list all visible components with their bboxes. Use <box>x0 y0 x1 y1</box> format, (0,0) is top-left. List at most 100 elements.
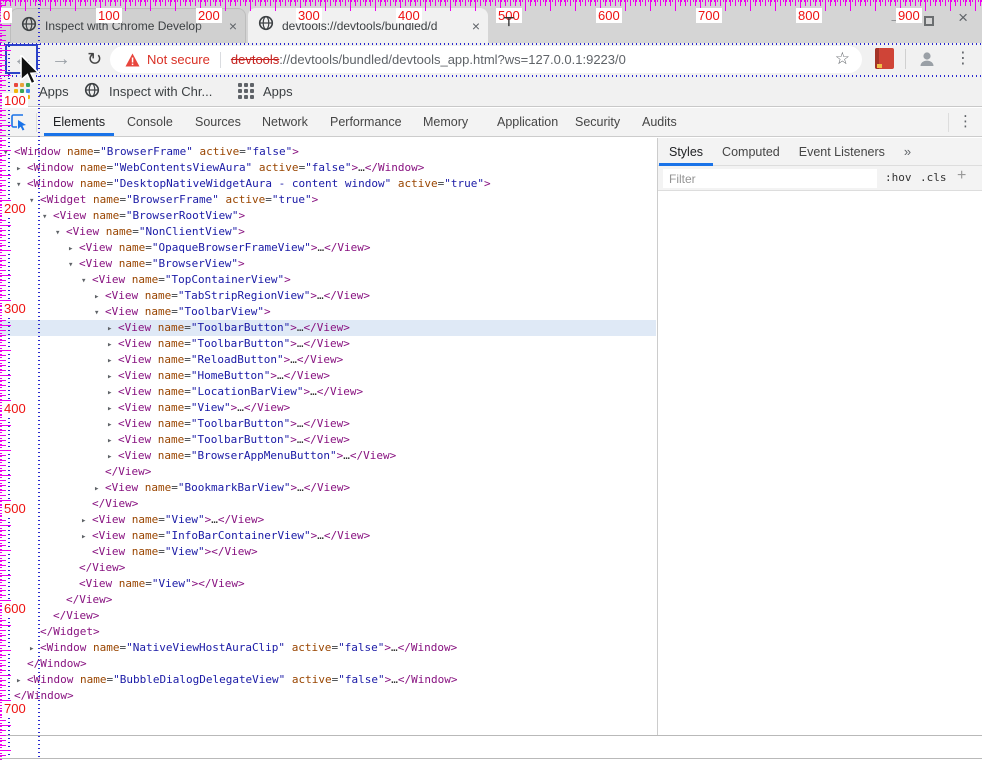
bookmark-inspect-page[interactable]: Inspect with Chr... <box>84 75 212 107</box>
expand-arrow-icon[interactable]: ▸ <box>16 161 27 177</box>
tree-row[interactable]: ▸<View name="OpaqueBrowserFrameView">…</… <box>0 240 656 256</box>
expand-arrow-icon[interactable]: ▸ <box>107 433 118 449</box>
expand-arrow-icon[interactable]: ▸ <box>81 529 92 545</box>
toggle-hover-state-button[interactable]: :hov <box>885 171 912 184</box>
tab-application[interactable]: Application <box>497 115 558 129</box>
expand-arrow-icon[interactable]: ▸ <box>107 449 118 465</box>
more-tabs-icon[interactable]: » <box>904 144 911 159</box>
expand-arrow-icon[interactable]: ▸ <box>107 369 118 385</box>
tab-close-icon[interactable]: × <box>229 19 237 33</box>
expand-arrow-icon[interactable]: ▸ <box>107 401 118 417</box>
bookmark-apps-shortcut[interactable]: Apps <box>14 75 69 107</box>
tab-sources[interactable]: Sources <box>195 115 241 129</box>
collapse-arrow-icon[interactable]: ▾ <box>16 177 27 193</box>
tree-row[interactable]: </Window> <box>0 656 656 672</box>
expand-arrow-icon[interactable]: ▸ <box>29 641 40 657</box>
tab-computed[interactable]: Computed <box>722 145 780 159</box>
tree-row[interactable]: </Window> <box>0 688 656 704</box>
tab-audits[interactable]: Audits <box>642 115 677 129</box>
tree-row[interactable]: ▸<View name="TabStripRegionView">…</View… <box>0 288 656 304</box>
tree-row[interactable]: ▾<View name="NonClientView"> <box>0 224 656 240</box>
tree-row[interactable]: ▸<View name="BookmarkBarView">…</View> <box>0 480 656 496</box>
tree-row[interactable]: ▸<View name="BrowserAppMenuButton">…</Vi… <box>0 448 656 464</box>
reload-button[interactable]: ↻ <box>87 46 102 72</box>
tree-row[interactable]: </View> <box>0 608 656 624</box>
tree-row[interactable]: ▾<Window name="DesktopNativeWidgetAura -… <box>0 176 656 192</box>
minimize-button[interactable]: _ <box>892 6 900 23</box>
window-close-button[interactable]: × <box>958 8 968 28</box>
collapse-arrow-icon[interactable]: ▾ <box>94 305 105 321</box>
new-style-rule-button[interactable]: + <box>957 167 966 185</box>
profile-avatar-icon[interactable] <box>916 48 938 75</box>
tree-row[interactable]: ▾<Widget name="BrowserFrame" active="tru… <box>0 192 656 208</box>
tab-performance[interactable]: Performance <box>330 115 402 129</box>
back-button-focus-ring <box>5 44 38 74</box>
browser-tab-inactive[interactable]: Inspect with Chrome Develop × <box>10 8 246 43</box>
tree-row[interactable]: ▸<View name="View">…</View> <box>0 400 656 416</box>
tree-row[interactable]: </View> <box>0 496 656 512</box>
collapse-arrow-icon[interactable]: ▾ <box>68 257 79 273</box>
expand-arrow-icon[interactable]: ▸ <box>107 353 118 369</box>
expand-arrow-icon[interactable]: ▸ <box>107 337 118 353</box>
collapse-arrow-icon[interactable]: ▾ <box>42 209 53 225</box>
tree-row[interactable]: ▸<Window name="WebContentsViewAura" acti… <box>0 160 656 176</box>
tree-row[interactable]: <View name="View"></View> <box>0 544 656 560</box>
expand-arrow-icon[interactable]: ▸ <box>107 321 118 337</box>
tab-elements[interactable]: Elements <box>53 115 105 129</box>
drawer-top-border[interactable] <box>0 735 982 736</box>
collapse-arrow-icon[interactable]: ▾ <box>3 145 14 161</box>
tree-row[interactable]: ▸<View name="ToolbarButton">…</View> <box>0 336 656 352</box>
tree-row[interactable]: ▸<View name="InfoBarContainerView">…</Vi… <box>0 528 656 544</box>
tab-styles[interactable]: Styles <box>669 145 703 159</box>
tab-security[interactable]: Security <box>575 115 620 129</box>
maximize-icon[interactable] <box>924 16 934 26</box>
tab-event-listeners[interactable]: Event Listeners <box>799 145 885 159</box>
omnibox[interactable]: Not secure devtools://devtools/bundled/d… <box>110 46 862 73</box>
expand-arrow-icon[interactable]: ▸ <box>94 289 105 305</box>
forward-button[interactable]: → <box>51 46 71 72</box>
extension-book-icon[interactable] <box>875 48 894 69</box>
tree-row[interactable]: ▸<View name="ToolbarButton">…</View> <box>0 320 656 336</box>
collapse-arrow-icon[interactable]: ▾ <box>29 193 40 209</box>
apps-grid-icon <box>14 83 30 99</box>
tree-row[interactable]: ▾<View name="BrowserRootView"> <box>0 208 656 224</box>
tree-row[interactable]: </View> <box>0 560 656 576</box>
tree-row[interactable]: ▸<View name="LocationBarView">…</View> <box>0 384 656 400</box>
tab-network[interactable]: Network <box>262 115 308 129</box>
expand-arrow-icon[interactable]: ▸ <box>107 385 118 401</box>
tab-close-icon[interactable]: × <box>472 19 480 33</box>
browser-tab-active[interactable]: devtools://devtools/bundled/d × <box>248 8 488 43</box>
tree-row[interactable]: ▸<View name="View">…</View> <box>0 512 656 528</box>
tree-row[interactable]: ▸<Window name="BubbleDialogDelegateView"… <box>0 672 656 688</box>
url-text[interactable]: devtools://devtools/bundled/devtools_app… <box>231 52 626 67</box>
devtools-menu-icon[interactable]: ⋮ <box>958 112 973 130</box>
security-status-label[interactable]: Not secure <box>147 52 210 67</box>
tree-row[interactable]: ▾<View name="BrowserView"> <box>0 256 656 272</box>
bookmark-apps-shortcut-2[interactable]: Apps <box>238 75 293 107</box>
tree-row[interactable]: ▸<View name="ReloadButton">…</View> <box>0 352 656 368</box>
expand-arrow-icon[interactable]: ▸ <box>16 673 27 689</box>
tab-console[interactable]: Console <box>127 115 173 129</box>
tree-row[interactable]: ▾<Window name="BrowserFrame" active="fal… <box>0 144 656 160</box>
tree-row[interactable]: ▾<View name="ToolbarView"> <box>0 304 656 320</box>
tree-row[interactable]: ▸<View name="ToolbarButton">…</View> <box>0 432 656 448</box>
browser-menu-icon[interactable]: ⋮ <box>955 48 971 68</box>
bookmark-star-icon[interactable]: ☆ <box>835 49 850 69</box>
tree-row[interactable]: </Widget> <box>0 624 656 640</box>
tree-row[interactable]: ▸<Window name="NativeViewHostAuraClip" a… <box>0 640 656 656</box>
expand-arrow-icon[interactable]: ▸ <box>107 417 118 433</box>
tree-row[interactable]: ▸<View name="ToolbarButton">…</View> <box>0 416 656 432</box>
styles-filter-input[interactable] <box>663 169 877 188</box>
tree-row[interactable]: ▾<View name="TopContainerView"> <box>0 272 656 288</box>
tree-row[interactable]: </View> <box>0 592 656 608</box>
collapse-arrow-icon[interactable]: ▾ <box>81 273 92 289</box>
toggle-class-button[interactable]: .cls <box>920 171 947 184</box>
tree-row[interactable]: <View name="View"></View> <box>0 576 656 592</box>
collapse-arrow-icon[interactable]: ▾ <box>55 225 66 241</box>
expand-arrow-icon[interactable]: ▸ <box>81 513 92 529</box>
tree-row[interactable]: </View> <box>0 464 656 480</box>
tree-row[interactable]: ▸<View name="HomeButton">…</View> <box>0 368 656 384</box>
expand-arrow-icon[interactable]: ▸ <box>94 481 105 497</box>
expand-arrow-icon[interactable]: ▸ <box>68 241 79 257</box>
tab-memory[interactable]: Memory <box>423 115 468 129</box>
